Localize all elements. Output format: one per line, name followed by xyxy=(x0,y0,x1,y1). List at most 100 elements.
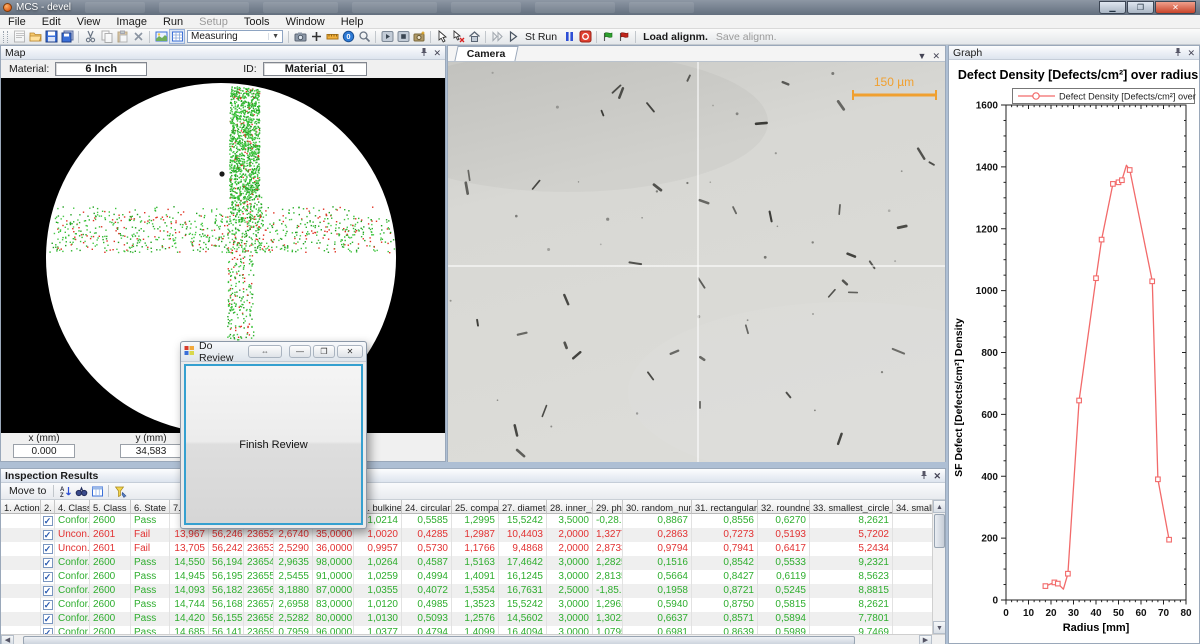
save-all-icon[interactable] xyxy=(59,29,75,44)
menu-file[interactable]: File xyxy=(0,15,34,29)
menu-edit[interactable]: Edit xyxy=(34,15,69,29)
scroll-up-arrow[interactable]: ▲ xyxy=(933,500,945,513)
green-flag-icon[interactable] xyxy=(600,29,616,44)
menu-view[interactable]: View xyxy=(69,15,109,29)
find-icon[interactable] xyxy=(73,484,89,499)
finish-review-button[interactable]: Finish Review xyxy=(184,364,363,525)
column-header[interactable]: 24. circularity xyxy=(402,500,452,514)
column-chooser-icon[interactable] xyxy=(89,484,105,499)
map-panel-header[interactable]: Map ✕ xyxy=(1,46,445,60)
close-icon[interactable]: ✕ xyxy=(1187,48,1195,58)
camera-icon[interactable] xyxy=(292,29,308,44)
row-checkbox[interactable]: ✓ xyxy=(43,558,53,568)
pause-icon[interactable] xyxy=(561,29,577,44)
filter-icon[interactable] xyxy=(112,484,128,499)
cut-icon[interactable] xyxy=(82,29,98,44)
pin-icon[interactable] xyxy=(1174,47,1182,59)
table-row[interactable]: ✓Confor...2600Pass14,68556,141236590,795… xyxy=(1,626,934,634)
row-checkbox[interactable]: ✓ xyxy=(43,572,53,582)
table-row[interactable]: ✓Confor...2600Pass14,42056,155236582,528… xyxy=(1,612,934,626)
column-header[interactable]: 1. Action xyxy=(1,500,41,514)
run-icon[interactable] xyxy=(505,29,521,44)
column-header[interactable]: 31. rectangularity xyxy=(692,500,758,514)
column-header[interactable]: 5. Class Id xyxy=(90,500,131,514)
dialog-pin-button[interactable]: ⇔ xyxy=(248,345,282,358)
fast-run-icon[interactable] xyxy=(489,29,505,44)
stop-view-icon[interactable] xyxy=(395,29,411,44)
pin-icon[interactable] xyxy=(420,47,428,59)
chevron-down-icon[interactable]: ▼ xyxy=(918,51,927,61)
close-button[interactable]: ✕ xyxy=(1155,1,1196,14)
info-icon[interactable]: 0 xyxy=(340,29,356,44)
copy-icon[interactable] xyxy=(98,29,114,44)
probe-position-dot[interactable] xyxy=(219,171,224,176)
menu-run[interactable]: Run xyxy=(155,15,191,29)
title-bar[interactable]: MCS - devel ▁ ❐ ✕ xyxy=(0,0,1200,15)
dialog-maximize-button[interactable]: ❐ xyxy=(313,345,335,358)
live-view-icon[interactable] xyxy=(379,29,395,44)
table-row[interactable]: ✓Confor...2600Pass1,02140,55851,299515,5… xyxy=(1,514,934,528)
paste-icon[interactable] xyxy=(114,29,130,44)
zoom-icon[interactable] xyxy=(356,29,372,44)
row-checkbox[interactable]: ✓ xyxy=(43,614,53,624)
column-header[interactable]: 4. Class xyxy=(55,500,90,514)
column-header[interactable]: 29. phi xyxy=(593,500,623,514)
mode-combobox[interactable]: Measuring ▼ xyxy=(187,30,283,43)
menu-image[interactable]: Image xyxy=(108,15,155,29)
vertical-scrollbar[interactable]: ▲ ▼ xyxy=(932,500,945,634)
column-header[interactable]: 28. inner_circle xyxy=(547,500,593,514)
camera-image[interactable]: 150 µm xyxy=(448,62,945,465)
dialog-minimize-button[interactable]: — xyxy=(289,345,311,358)
stop-icon[interactable] xyxy=(577,29,593,44)
row-checkbox[interactable]: ✓ xyxy=(43,530,53,540)
image-overview-icon[interactable] xyxy=(153,29,169,44)
column-header[interactable]: 25. compactness xyxy=(452,500,499,514)
pointer-icon[interactable] xyxy=(434,29,450,44)
st-run-button[interactable]: St Run xyxy=(521,31,561,43)
inspection-results-header[interactable]: Inspection Results ✕ xyxy=(1,469,945,483)
report-icon[interactable] xyxy=(11,29,27,44)
table-row[interactable]: ✓Confor...2600Pass14,94556,195236552,545… xyxy=(1,570,934,584)
row-checkbox[interactable]: ✓ xyxy=(43,600,53,610)
delete-icon[interactable] xyxy=(130,29,146,44)
scroll-down-arrow[interactable]: ▼ xyxy=(933,621,945,634)
load-alignment-button[interactable]: Load alignm. xyxy=(639,31,712,43)
column-header[interactable]: 34. smalle xyxy=(893,500,934,514)
table-row[interactable]: ✓Confor...2600Pass14,55056,194236542,963… xyxy=(1,556,934,570)
column-header[interactable]: 27. diameter xyxy=(499,500,547,514)
table-row[interactable]: ✓Uncon...2601Fail13,96756,246236522,6740… xyxy=(1,528,934,542)
pin-icon[interactable] xyxy=(920,470,928,482)
dialog-close-button[interactable]: ✕ xyxy=(337,345,363,358)
horizontal-scrollbar[interactable]: ◀ ▶ xyxy=(1,634,945,644)
column-header[interactable]: 6. State xyxy=(131,500,170,514)
menu-window[interactable]: Window xyxy=(278,15,333,29)
close-icon[interactable]: ✕ xyxy=(433,48,441,58)
close-icon[interactable]: ✕ xyxy=(932,51,940,61)
move-to-button[interactable]: Move to xyxy=(5,485,50,497)
scroll-left-arrow[interactable]: ◀ xyxy=(1,635,14,644)
menu-help[interactable]: Help xyxy=(333,15,372,29)
toolbar-grip[interactable] xyxy=(3,31,8,43)
vertical-scrollbar-thumb[interactable] xyxy=(934,514,945,548)
measure-icon[interactable] xyxy=(324,29,340,44)
scroll-right-arrow[interactable]: ▶ xyxy=(919,635,932,644)
column-header[interactable]: 33. smallest_circle_radius xyxy=(810,500,893,514)
close-icon[interactable]: ✕ xyxy=(933,471,941,481)
dialog-title-bar[interactable]: Do Review ⇔ — ❐ ✕ xyxy=(181,342,366,362)
row-checkbox[interactable]: ✓ xyxy=(43,544,53,554)
row-checkbox[interactable]: ✓ xyxy=(43,586,53,596)
save-icon[interactable] xyxy=(43,29,59,44)
home-icon[interactable] xyxy=(466,29,482,44)
add-icon[interactable] xyxy=(308,29,324,44)
open-icon[interactable] xyxy=(27,29,43,44)
sort-icon[interactable]: AZ xyxy=(57,484,73,499)
graph-panel-header[interactable]: Graph ✕ xyxy=(949,46,1199,60)
menu-tools[interactable]: Tools xyxy=(236,15,278,29)
chevron-down-icon[interactable]: ▼ xyxy=(268,33,282,40)
horizontal-scrollbar-thumb[interactable] xyxy=(23,636,855,644)
tab-camera[interactable]: Camera xyxy=(454,46,518,61)
maximize-button[interactable]: ❐ xyxy=(1127,1,1154,14)
table-row[interactable]: ✓Uncon...2601Fail13,70556,242236532,5290… xyxy=(1,542,934,556)
minimize-button[interactable]: ▁ xyxy=(1099,1,1126,14)
column-header[interactable]: 32. roundness xyxy=(758,500,810,514)
